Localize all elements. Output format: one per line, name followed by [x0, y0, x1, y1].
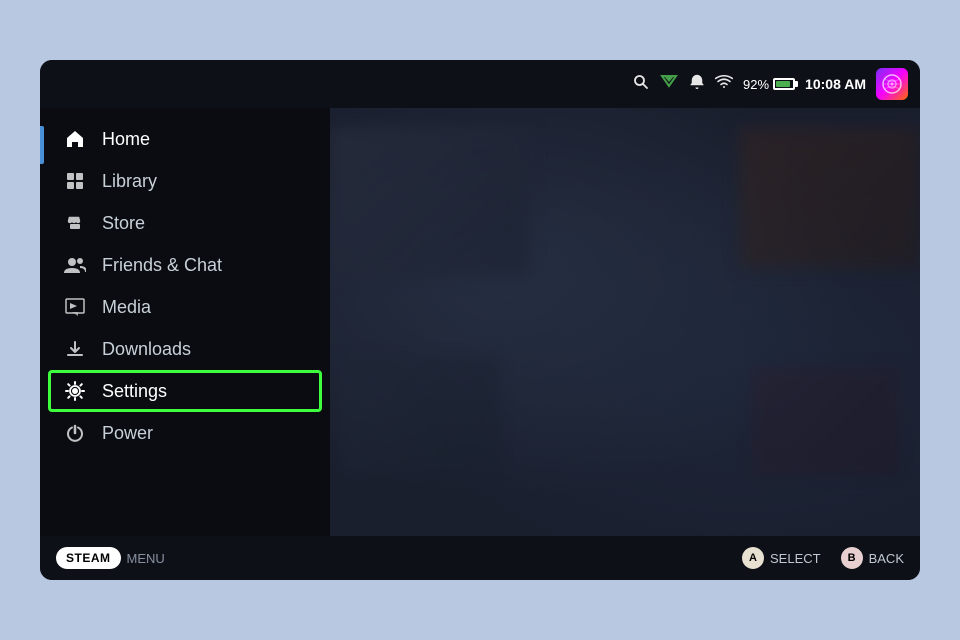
battery-icon [773, 78, 795, 90]
bottom-bar: STEAM MENU A SELECT B BACK [40, 536, 920, 580]
main-content: Home Library [40, 108, 920, 536]
wireless-icon [715, 75, 733, 94]
back-button-group[interactable]: B BACK [841, 547, 904, 569]
sidebar-item-library[interactable]: Library [40, 160, 330, 202]
select-button-group[interactable]: A SELECT [742, 547, 821, 569]
avatar[interactable] [876, 68, 908, 100]
battery-indicator: 92% [743, 77, 795, 92]
notification-icon[interactable] [689, 74, 705, 95]
sidebar-item-store-label: Store [102, 213, 145, 234]
bg-game-3 [340, 356, 500, 476]
sidebar-item-settings[interactable]: Settings [48, 370, 322, 412]
sidebar-item-library-label: Library [102, 171, 157, 192]
home-icon [64, 128, 86, 150]
sidebar-item-power[interactable]: Power [40, 412, 330, 454]
steam-button[interactable]: STEAM [56, 547, 121, 569]
power-icon [64, 422, 86, 444]
downloads-icon [64, 338, 86, 360]
a-button[interactable]: A [742, 547, 764, 569]
select-label: SELECT [770, 551, 821, 566]
back-label: BACK [869, 551, 904, 566]
device-frame: 92% 10:08 AM [40, 60, 920, 580]
sidebar-item-downloads[interactable]: Downloads [40, 328, 330, 370]
clock-display: 10:08 AM [805, 76, 866, 92]
menu-label: MENU [127, 551, 165, 566]
battery-percentage: 92% [743, 77, 769, 92]
store-icon [64, 212, 86, 234]
sidebar: Home Library [40, 108, 330, 536]
top-bar: 92% 10:08 AM [40, 60, 920, 108]
sidebar-item-friends-chat-label: Friends & Chat [102, 255, 222, 276]
sidebar-item-home-label: Home [102, 129, 150, 150]
friends-chat-icon [64, 254, 86, 276]
sidebar-item-settings-label: Settings [102, 381, 167, 402]
sidebar-item-friends-chat[interactable]: Friends & Chat [40, 244, 330, 286]
sidebar-item-power-label: Power [102, 423, 153, 444]
bg-game-1 [330, 128, 530, 278]
media-icon [64, 296, 86, 318]
v-logo-icon [659, 72, 679, 97]
sidebar-item-store[interactable]: Store [40, 202, 330, 244]
search-icon[interactable] [633, 74, 649, 95]
content-area [330, 108, 920, 536]
library-icon [64, 170, 86, 192]
sidebar-item-home[interactable]: Home [40, 118, 330, 160]
settings-icon [64, 380, 86, 402]
sidebar-item-media-label: Media [102, 297, 151, 318]
sidebar-item-downloads-label: Downloads [102, 339, 191, 360]
bg-game-4 [750, 366, 900, 476]
b-button[interactable]: B [841, 547, 863, 569]
bg-game-2 [740, 128, 920, 268]
sidebar-item-media[interactable]: Media [40, 286, 330, 328]
top-bar-icons: 92% 10:08 AM [633, 68, 908, 100]
